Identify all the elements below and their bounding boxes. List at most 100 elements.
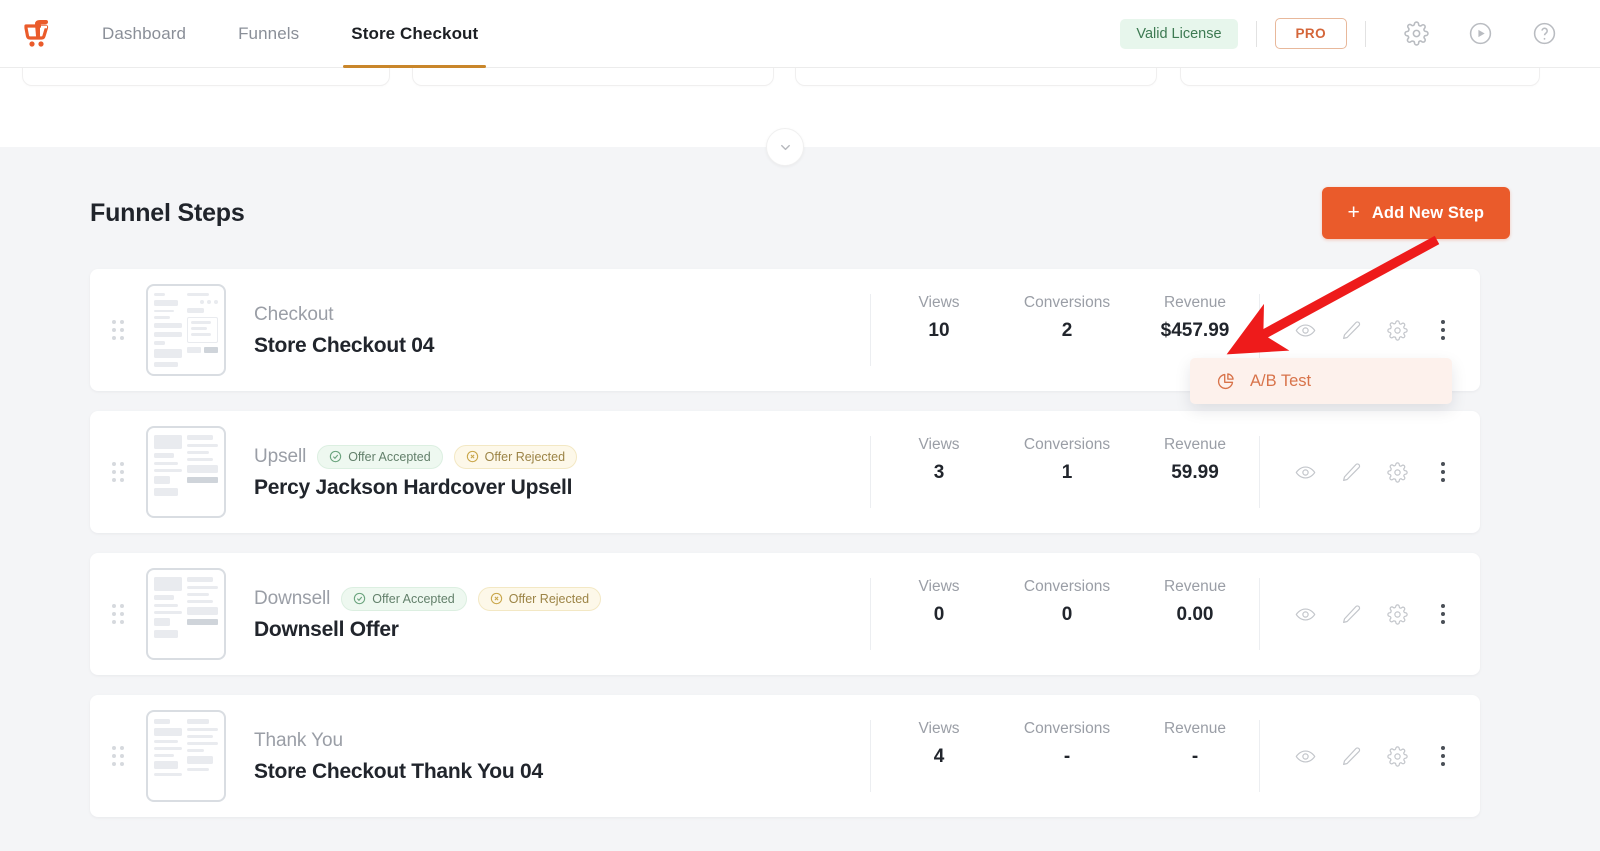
chevron-down-icon xyxy=(780,144,790,150)
step-thumbnail xyxy=(146,284,226,376)
stat-label-views: Views xyxy=(918,294,960,311)
step-type-label: Checkout xyxy=(254,303,334,325)
x-circle-icon xyxy=(466,450,478,463)
cartflows-logo-icon xyxy=(24,19,49,47)
step-name: Store Checkout 04 xyxy=(254,333,435,357)
drag-dots-icon xyxy=(112,746,124,766)
kebab-menu-icon xyxy=(1441,320,1445,340)
preview-step-button[interactable] xyxy=(1282,307,1328,353)
pencil-icon xyxy=(1342,604,1360,623)
pencil-icon xyxy=(1342,746,1360,765)
stat-revenue: Revenue - xyxy=(1131,720,1259,768)
gear-icon xyxy=(1386,319,1408,341)
kebab-menu-icon xyxy=(1441,604,1445,624)
step-info: Checkout Store Checkout 04 xyxy=(226,303,870,358)
stat-value-revenue: $457.99 xyxy=(1160,320,1230,341)
analytics-card-partial[interactable] xyxy=(412,68,774,86)
row-action-buttons xyxy=(1259,578,1480,650)
stat-views: Views 10 xyxy=(875,294,1003,342)
context-menu-ab-test[interactable]: A/B Test xyxy=(1190,358,1452,404)
step-stats: Views 0 Conversions 0 Revenue 0.00 xyxy=(870,578,1259,650)
edit-step-button[interactable] xyxy=(1328,591,1374,637)
step-info: Thank You Store Checkout Thank You 04 xyxy=(226,729,870,784)
stat-conversions: Conversions 2 xyxy=(1003,294,1131,342)
video-tutorial-button[interactable] xyxy=(1463,17,1497,51)
section-header: Funnel Steps + Add New Step xyxy=(90,187,1510,239)
help-circle-icon xyxy=(1533,22,1555,45)
app-logo[interactable] xyxy=(0,17,76,51)
stat-value-revenue: - xyxy=(1191,746,1199,767)
gear-icon xyxy=(1403,21,1429,46)
stat-value-views: 4 xyxy=(933,746,945,767)
stat-views: Views 4 xyxy=(875,720,1003,768)
edit-step-button[interactable] xyxy=(1328,307,1374,353)
license-status-badge: Valid License xyxy=(1120,18,1238,49)
stat-label-conversions: Conversions xyxy=(1023,294,1111,311)
stat-label-conversions: Conversions xyxy=(1023,720,1111,737)
analytics-card-partial[interactable] xyxy=(795,68,1157,86)
help-button[interactable] xyxy=(1527,17,1561,51)
step-name: Store Checkout Thank You 04 xyxy=(254,759,543,783)
stat-value-views: 0 xyxy=(933,604,945,625)
edit-step-button[interactable] xyxy=(1328,733,1374,779)
edit-step-button[interactable] xyxy=(1328,449,1374,495)
plus-icon: + xyxy=(1347,200,1360,224)
analytics-cards-strip xyxy=(0,68,1600,146)
analytics-card-partial[interactable] xyxy=(22,68,390,86)
settings-button[interactable] xyxy=(1399,17,1433,51)
stat-value-conversions: - xyxy=(1063,746,1071,767)
step-more-menu-button[interactable] xyxy=(1420,591,1466,637)
stat-label-views: Views xyxy=(918,436,960,453)
step-settings-button[interactable] xyxy=(1374,733,1420,779)
step-settings-button[interactable] xyxy=(1374,449,1420,495)
step-settings-button[interactable] xyxy=(1374,307,1420,353)
table-row[interactable]: Downsell Offer Accepted Offer Rejected D… xyxy=(90,553,1480,675)
gear-icon xyxy=(1386,745,1408,767)
step-thumbnail xyxy=(146,426,226,518)
funnel-steps-section: Funnel Steps + Add New Step Checkout Sto… xyxy=(0,147,1600,851)
drag-handle[interactable] xyxy=(90,269,146,391)
nav-item-dashboard[interactable]: Dashboard xyxy=(76,0,212,68)
chip-label: Offer Accepted xyxy=(372,591,455,606)
collapse-analytics-toggle[interactable] xyxy=(766,128,804,166)
step-more-menu-button[interactable] xyxy=(1420,307,1466,353)
drag-handle[interactable] xyxy=(90,411,146,533)
divider xyxy=(1365,20,1366,47)
stat-label-conversions: Conversions xyxy=(1023,578,1111,595)
preview-step-button[interactable] xyxy=(1282,591,1328,637)
gear-icon xyxy=(1386,461,1408,483)
table-row[interactable]: Upsell Offer Accepted Offer Rejected Per… xyxy=(90,411,1480,533)
step-more-menu-button[interactable] xyxy=(1420,449,1466,495)
pencil-icon xyxy=(1342,462,1360,481)
table-row[interactable]: Thank You Store Checkout Thank You 04 Vi… xyxy=(90,695,1480,817)
drag-handle[interactable] xyxy=(90,553,146,675)
preview-step-button[interactable] xyxy=(1282,449,1328,495)
check-circle-icon xyxy=(354,592,366,605)
step-settings-button[interactable] xyxy=(1374,591,1420,637)
drag-handle[interactable] xyxy=(90,695,146,817)
add-new-step-button[interactable]: + Add New Step xyxy=(1321,187,1510,239)
eye-icon xyxy=(1295,749,1315,763)
kebab-menu-icon xyxy=(1441,462,1445,482)
eye-icon xyxy=(1295,607,1315,621)
stat-label-conversions: Conversions xyxy=(1023,436,1111,453)
stat-views: Views 0 xyxy=(875,578,1003,626)
stat-views: Views 3 xyxy=(875,436,1003,484)
row-action-buttons xyxy=(1259,436,1480,508)
drag-dots-icon xyxy=(112,462,124,482)
play-circle-icon xyxy=(1469,22,1491,45)
stat-value-revenue: 59.99 xyxy=(1171,462,1219,483)
pro-plan-badge: PRO xyxy=(1274,18,1347,49)
stat-value-conversions: 1 xyxy=(1061,462,1073,483)
page-title: Funnel Steps xyxy=(90,199,245,227)
step-more-menu-button[interactable] xyxy=(1420,733,1466,779)
stat-conversions: Conversions 1 xyxy=(1003,436,1131,484)
pencil-icon xyxy=(1342,320,1360,339)
analytics-card-partial[interactable] xyxy=(1180,68,1540,86)
nav-item-store-checkout[interactable]: Store Checkout xyxy=(325,0,504,68)
chip-label: Offer Rejected xyxy=(484,449,566,464)
nav-item-funnels[interactable]: Funnels xyxy=(212,0,325,68)
step-type-label: Downsell xyxy=(254,587,331,609)
stat-value-views: 3 xyxy=(933,462,945,483)
preview-step-button[interactable] xyxy=(1282,733,1328,779)
